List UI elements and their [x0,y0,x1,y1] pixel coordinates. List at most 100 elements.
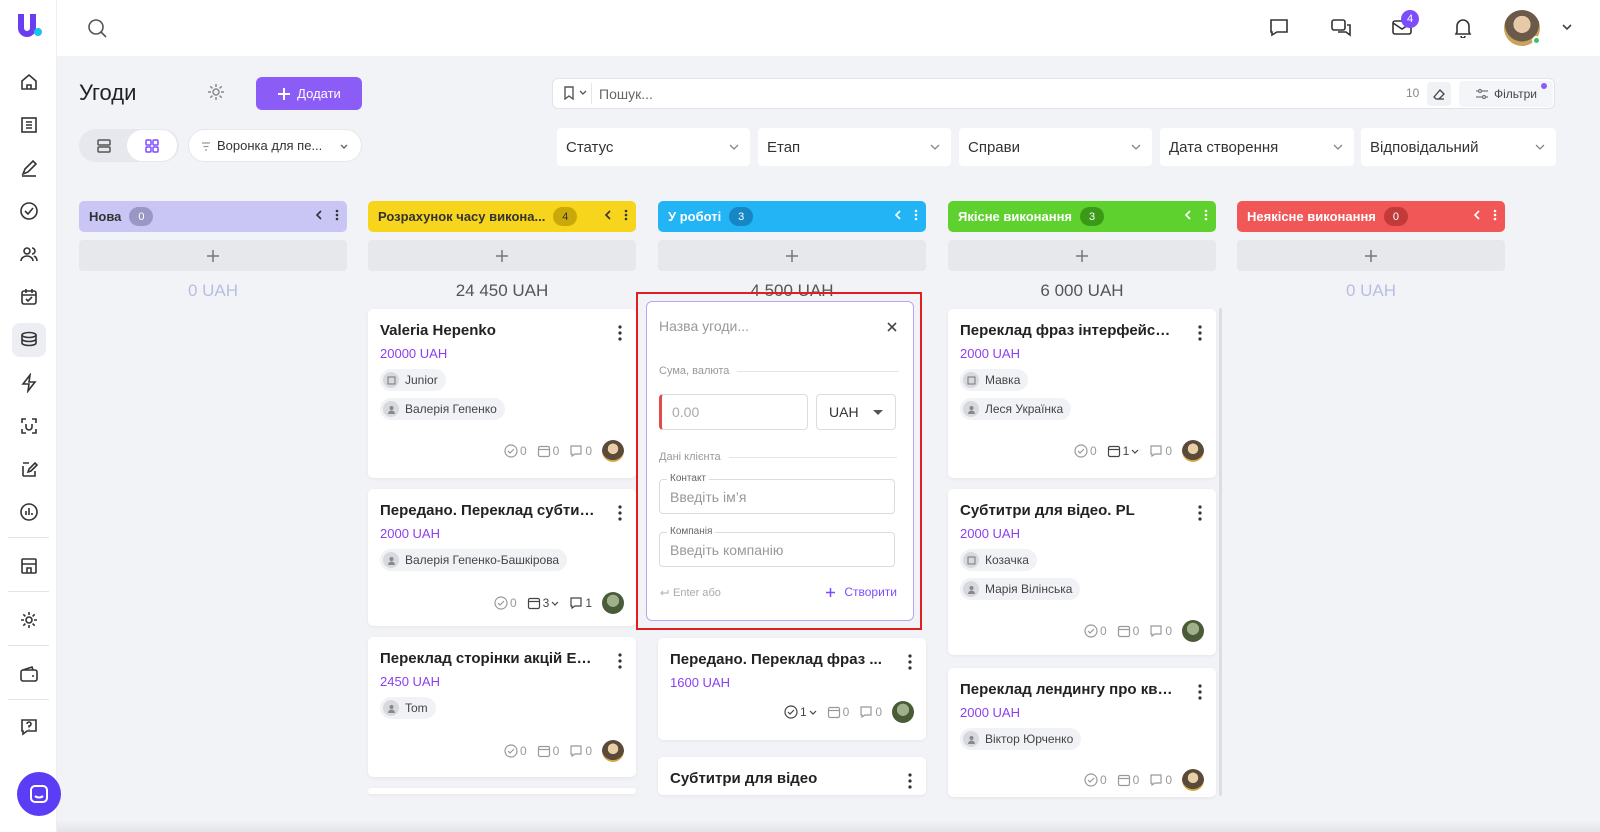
more-vertical-icon[interactable] [1198,505,1202,521]
company-chip[interactable]: Козачка [960,549,1037,571]
chevron-left-icon[interactable] [894,209,902,221]
contact-chip[interactable]: Валерія Гепенко [380,398,505,420]
tasks-count[interactable]: 0 [1084,624,1107,638]
more-vertical-icon[interactable] [1204,209,1208,221]
chevron-down-icon[interactable] [1560,20,1584,44]
more-vertical-icon[interactable] [618,505,622,521]
support-chat-button[interactable] [17,772,61,816]
search-input[interactable] [599,79,1379,108]
responsible-avatar[interactable] [1182,440,1204,462]
add-card-button[interactable] [1237,240,1505,271]
deal-card[interactable]: Valeria Hepenko 20000 UAH Junior Валерія… [368,309,636,478]
funnel-select[interactable]: Воронка для пе... [188,129,362,162]
contact-chip[interactable]: Валерія Гепенко-Башкірова [380,549,568,571]
comments-count[interactable]: 0 [569,744,592,758]
gear-icon[interactable] [12,603,46,637]
lightning-icon[interactable] [12,366,46,400]
more-vertical-icon[interactable] [908,654,912,670]
more-vertical-icon[interactable] [335,209,339,221]
wallet-icon[interactable] [12,657,46,691]
tasks-count[interactable]: 0 [504,744,527,758]
responsible-avatar[interactable] [1182,620,1204,642]
tasks-count[interactable]: 0 [504,444,527,458]
home-icon[interactable] [12,65,46,99]
more-vertical-icon[interactable] [1198,684,1202,700]
created-date-filter-select[interactable]: Дата створення [1160,128,1354,166]
calendar-icon[interactable] [12,280,46,314]
deal-card[interactable]: Субтитри для відео. PL 2000 UAH Козачка … [948,489,1216,655]
deal-card[interactable]: Переклад фраз інтерфейсу ... 2000 UAH Ма… [948,309,1216,478]
message-icon[interactable] [1268,16,1292,40]
more-vertical-icon[interactable] [908,773,912,789]
more-vertical-icon[interactable] [618,653,622,669]
chat-icon[interactable] [1330,16,1354,40]
deal-card[interactable]: Переклад лендингу про квіти 2000 UAH Вік… [948,668,1216,797]
add-card-button[interactable] [948,240,1216,271]
more-vertical-icon[interactable] [1493,209,1497,221]
status-filter-select[interactable]: Статус [557,128,750,166]
responsible-avatar[interactable] [1182,769,1204,791]
tasks-count[interactable]: 0 [1074,444,1097,458]
check-circle-icon[interactable] [12,194,46,228]
chevron-left-icon[interactable] [1184,209,1192,221]
analytics-icon[interactable] [12,495,46,529]
tasks-count[interactable]: 0 [1084,773,1107,787]
board-view-button[interactable] [127,130,177,161]
document-edit-icon[interactable] [12,452,46,486]
more-vertical-icon[interactable] [618,325,622,341]
comments-count[interactable]: 0 [1149,624,1172,638]
events-count[interactable]: 0 [1117,773,1139,787]
deal-card[interactable]: Передано. Переклад субтит... 2000 UAH Ва… [368,489,636,626]
deal-card[interactable]: Переклад сторінки акцій ENG 2450 UAH Tom… [368,637,636,777]
column-scrollbar[interactable] [1219,308,1222,796]
more-vertical-icon[interactable] [1198,325,1202,341]
store-icon[interactable] [12,549,46,583]
comments-count[interactable]: 0 [1149,773,1172,787]
chevron-left-icon[interactable] [1473,209,1481,221]
clear-search-button[interactable] [1427,82,1451,106]
contact-chip[interactable]: Віктор Юрченко [960,728,1082,750]
app-logo[interactable] [12,10,46,44]
deal-card[interactable]: Передано. Переклад фраз ... 1600 UAH 1 0… [658,638,926,740]
responsible-filter-select[interactable]: Відповідальний [1361,128,1556,166]
add-card-button[interactable] [368,240,636,271]
saved-filters-button[interactable] [563,86,588,100]
edit-icon[interactable] [12,151,46,185]
add-card-button[interactable] [79,240,347,271]
comments-count[interactable]: 0 [859,705,882,719]
add-card-button[interactable] [658,240,926,271]
responsible-avatar[interactable] [602,440,624,462]
help-icon[interactable] [12,710,46,744]
deal-card[interactable]: Субтитри для відео [658,757,926,795]
events-count[interactable]: 0 [537,744,559,758]
chevron-left-icon[interactable] [315,209,323,221]
comments-count[interactable]: 0 [569,444,592,458]
add-deal-button[interactable]: Додати [256,77,362,110]
more-vertical-icon[interactable] [624,209,628,221]
comments-count[interactable]: 1 [569,596,592,610]
events-count[interactable]: 0 [537,444,559,458]
search-icon[interactable] [86,17,110,41]
events-count[interactable]: 1 [1107,444,1140,458]
building-icon[interactable] [12,108,46,142]
events-count[interactable]: 3 [527,596,560,610]
company-chip[interactable]: Мавка [960,369,1029,391]
scan-icon[interactable] [12,409,46,443]
users-icon[interactable] [12,237,46,271]
contact-chip[interactable]: Леся Українка [960,398,1072,420]
comments-count[interactable]: 0 [1149,444,1172,458]
tasks-filter-select[interactable]: Справи [959,128,1152,166]
deals-stack-icon[interactable] [12,323,46,357]
responsible-avatar[interactable] [602,740,624,762]
deal-card[interactable] [368,788,636,794]
tasks-count[interactable]: 1 [784,705,817,719]
events-count[interactable]: 0 [1117,624,1139,638]
tasks-count[interactable]: 0 [494,596,517,610]
more-vertical-icon[interactable] [914,209,918,221]
filters-button[interactable]: Фільтри [1459,81,1553,107]
responsible-avatar[interactable] [602,592,624,614]
list-view-button[interactable] [79,130,129,161]
responsible-avatar[interactable] [892,701,914,723]
contact-chip[interactable]: Марія Вілінська [960,578,1081,600]
stage-filter-select[interactable]: Етап [758,128,951,166]
